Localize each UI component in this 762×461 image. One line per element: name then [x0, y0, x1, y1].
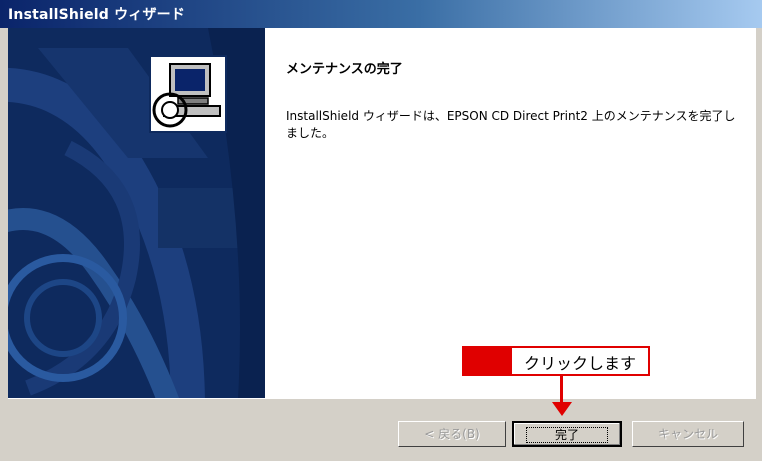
wizard-content-panel: メンテナンスの完了 InstallShield ウィザードは、EPSON CD …: [8, 28, 756, 398]
finish-button[interactable]: 完了: [512, 421, 622, 447]
button-bar: < 戻る(B) 完了 キャンセル: [8, 398, 756, 455]
callout-text: クリックします: [524, 354, 637, 373]
callout-red-block: [464, 348, 512, 374]
cancel-button[interactable]: キャンセル: [632, 421, 744, 447]
down-arrow-icon: [552, 402, 572, 416]
finish-button-label: 完了: [525, 427, 608, 443]
back-button[interactable]: < 戻る(B): [398, 421, 506, 447]
installer-computer-icon: [148, 54, 228, 134]
installshield-wizard-window: InstallShield ウィザード メンテナンスの完了 InstallShi…: [0, 0, 762, 461]
click-callout: クリックします: [462, 346, 650, 376]
wizard-message: InstallShield ウィザードは、EPSON CD Direct Pri…: [286, 109, 736, 140]
wizard-heading: メンテナンスの完了: [286, 62, 403, 77]
title-bar[interactable]: InstallShield ウィザード: [0, 0, 762, 28]
window-title: InstallShield ウィザード: [8, 7, 186, 23]
side-graphic-panel: [8, 28, 265, 398]
